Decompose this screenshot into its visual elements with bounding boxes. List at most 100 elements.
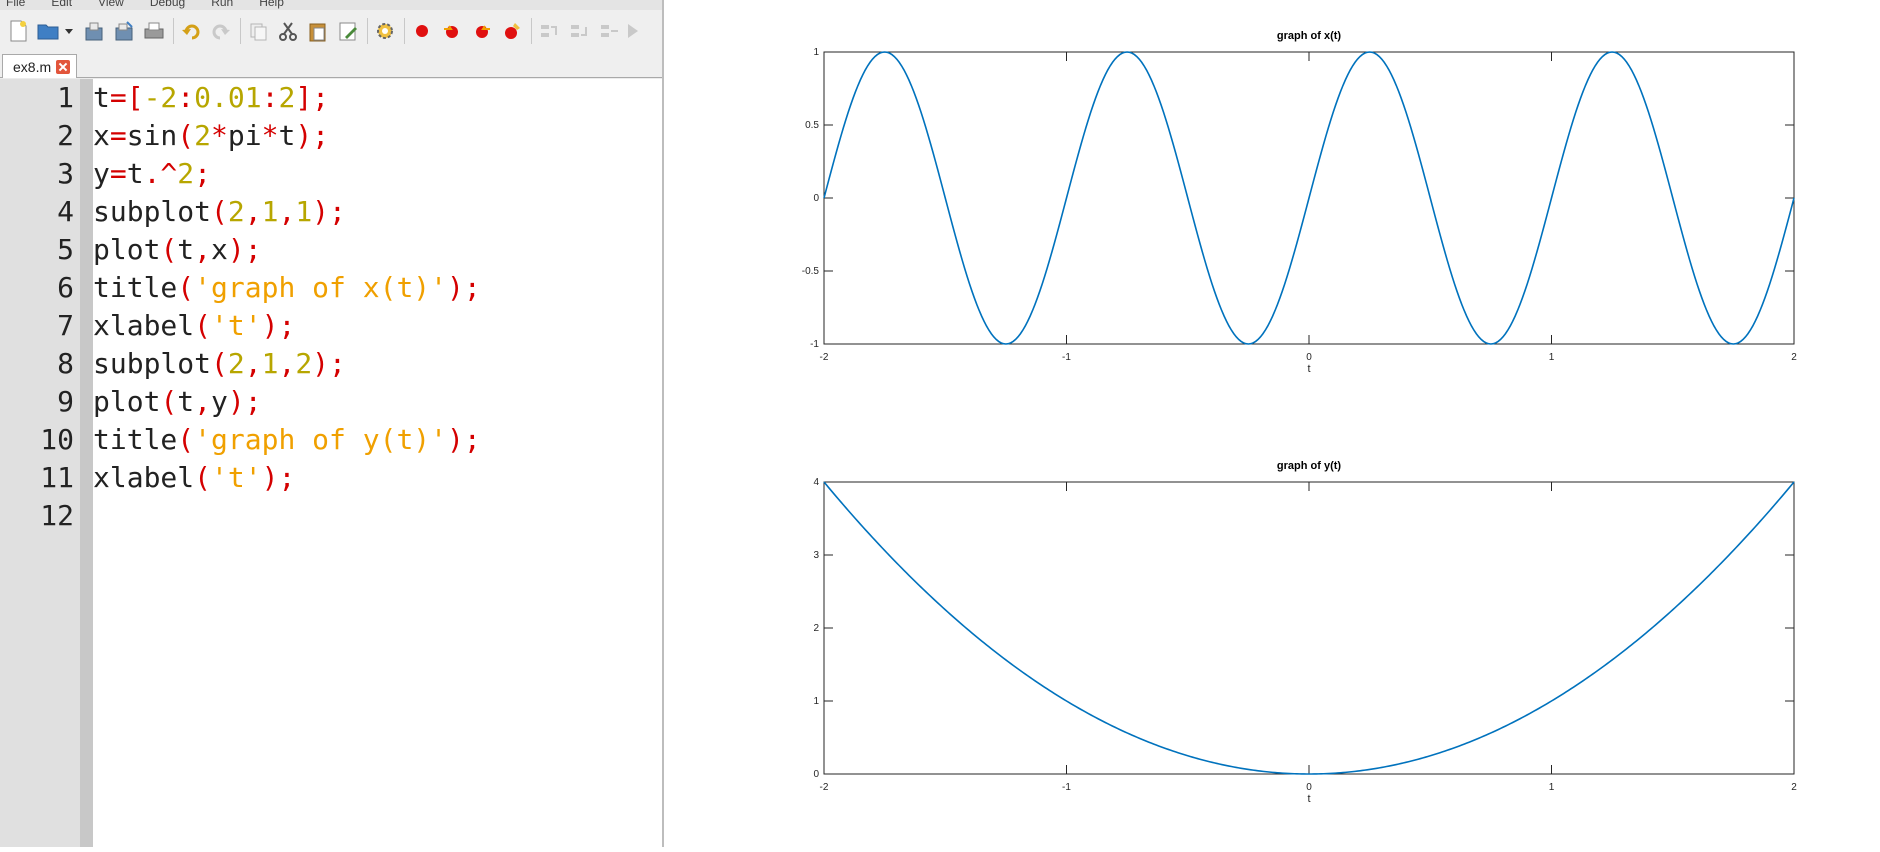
edit-icon[interactable]	[334, 16, 361, 46]
x-tick-label: -1	[1062, 782, 1071, 793]
code-token-op: :	[261, 81, 279, 114]
code-token-op: ,	[278, 195, 296, 228]
cut-icon[interactable]	[274, 16, 301, 46]
dropdown-arrow-icon[interactable]	[64, 16, 74, 46]
code-token-op: (	[177, 423, 195, 456]
step-icon[interactable]	[535, 16, 562, 46]
clear-breakpoints-icon[interactable]	[498, 16, 525, 46]
step-in-icon[interactable]	[565, 16, 592, 46]
code-token-op: (	[160, 385, 178, 418]
code-token-op: );	[261, 309, 296, 342]
code-token-op: (	[177, 119, 195, 152]
code-token-id: y	[211, 385, 228, 418]
editor-window: File Edit View Debug Run Help ex8.m 123456789…	[0, 0, 662, 847]
y-tick-label: 2	[813, 623, 819, 634]
save-icon[interactable]	[80, 16, 107, 46]
menu-item-help[interactable]: Help	[259, 0, 284, 9]
tab-ex8[interactable]: ex8.m	[2, 54, 78, 78]
code-token-id: plot	[93, 233, 161, 266]
new-file-icon[interactable]	[4, 16, 31, 46]
close-icon[interactable]	[56, 59, 71, 74]
open-folder-icon[interactable]	[34, 16, 61, 46]
step-out-icon[interactable]	[595, 16, 622, 46]
code-token-id: t	[177, 385, 195, 418]
plot-axes-2	[823, 481, 1795, 775]
code-token-op: *	[261, 119, 279, 152]
x-tick-label: 0	[1306, 352, 1312, 363]
code-token-op: );	[295, 119, 330, 152]
code-token-op: =[	[109, 81, 144, 114]
code-token-op: );	[261, 461, 296, 494]
y-tick-label: 1	[813, 696, 819, 707]
run-icon[interactable]	[625, 16, 641, 46]
line-number: 3	[57, 157, 74, 190]
tab-strip: ex8.m	[0, 52, 662, 78]
code-token-id: y	[93, 157, 110, 190]
code-token-op: );	[227, 233, 262, 266]
x-tick-label: 0	[1306, 782, 1312, 793]
line-number: 2	[57, 119, 74, 152]
toolbar-separator	[531, 18, 532, 44]
code-line: xlabel('t');	[93, 459, 295, 497]
toolbar	[0, 10, 662, 52]
toolbar-separator	[173, 18, 174, 44]
code-token-op: );	[447, 271, 481, 304]
menu-item-file[interactable]: File	[6, 0, 25, 9]
line-number: 12	[40, 499, 74, 532]
plot-title: graph of y(t)	[1277, 460, 1341, 472]
line-number: 1	[57, 81, 74, 114]
code-token-str: 't'	[211, 309, 262, 342]
redo-icon[interactable]	[207, 16, 234, 46]
x-tick-label: -2	[820, 352, 829, 363]
x-tick-label: 1	[1549, 782, 1555, 793]
code-token-op: *	[211, 119, 228, 152]
line-number-gutter: 1 2 3 4 5 6 7 8 9 10 11 12	[0, 79, 80, 847]
figure-window: -2 -1 0 1 2 1 0.5 0 -0.5 -1 graph of x(t) t -2 -1 0 1 2 4…	[664, 0, 1880, 847]
menu-item-debug[interactable]: Debug	[150, 0, 185, 9]
code-token-id: t	[177, 233, 195, 266]
toolbar-separator	[367, 18, 368, 44]
code-line: plot(t,y);	[93, 383, 262, 421]
x-axis-label: t	[1307, 363, 1310, 375]
breakpoint-next-icon[interactable]	[438, 16, 465, 46]
code-token-id: title	[93, 423, 178, 456]
undo-icon[interactable]	[177, 16, 204, 46]
code-token-op: =	[109, 157, 127, 190]
copy-icon[interactable]	[244, 16, 271, 46]
code-token-id: x	[211, 233, 228, 266]
code-token-op: (	[160, 233, 178, 266]
code-token-op: );	[447, 423, 481, 456]
y-tick-label: 0.5	[805, 120, 819, 131]
code-token-op: ];	[295, 81, 330, 114]
code-line: title('graph of y(t)');	[93, 421, 481, 459]
code-token-id: subplot	[93, 195, 212, 228]
x-tick-label: 1	[1549, 352, 1555, 363]
paste-icon[interactable]	[304, 16, 331, 46]
code-token-op: ,	[244, 347, 262, 380]
x-tick-label: 2	[1791, 782, 1797, 793]
toolbar-separator	[404, 18, 405, 44]
code-token-op: ,	[194, 385, 212, 418]
print-icon[interactable]	[140, 16, 167, 46]
breakpoint-icon[interactable]	[408, 16, 435, 46]
y-tick-label: 1	[813, 47, 819, 58]
menu-item-edit[interactable]: Edit	[51, 0, 72, 9]
menu-item-view[interactable]: View	[98, 0, 124, 9]
code-editor[interactable]: t=[-2:0.01:2]; x=sin(2*pi*t); y=t.^2; subpl…	[93, 79, 662, 847]
save-as-icon[interactable]	[110, 16, 137, 46]
code-token-op: ,	[278, 347, 296, 380]
x-axis-label: t	[1307, 793, 1310, 805]
code-token-str: 'graph of x(t)'	[194, 271, 448, 304]
code-token-op: (	[211, 347, 228, 380]
code-token-op: .^	[143, 157, 178, 190]
code-token-id: t	[93, 81, 110, 114]
code-line: xlabel('t');	[93, 307, 295, 345]
code-token-op: );	[227, 385, 262, 418]
breakpoint-prev-icon[interactable]	[468, 16, 495, 46]
settings-icon[interactable]	[371, 16, 398, 46]
code-line: subplot(2,1,1);	[93, 193, 346, 231]
line-number: 7	[57, 309, 74, 342]
y-tick-label: 3	[813, 550, 819, 561]
menu-item-run[interactable]: Run	[211, 0, 233, 9]
code-token-num: 1	[261, 195, 279, 228]
